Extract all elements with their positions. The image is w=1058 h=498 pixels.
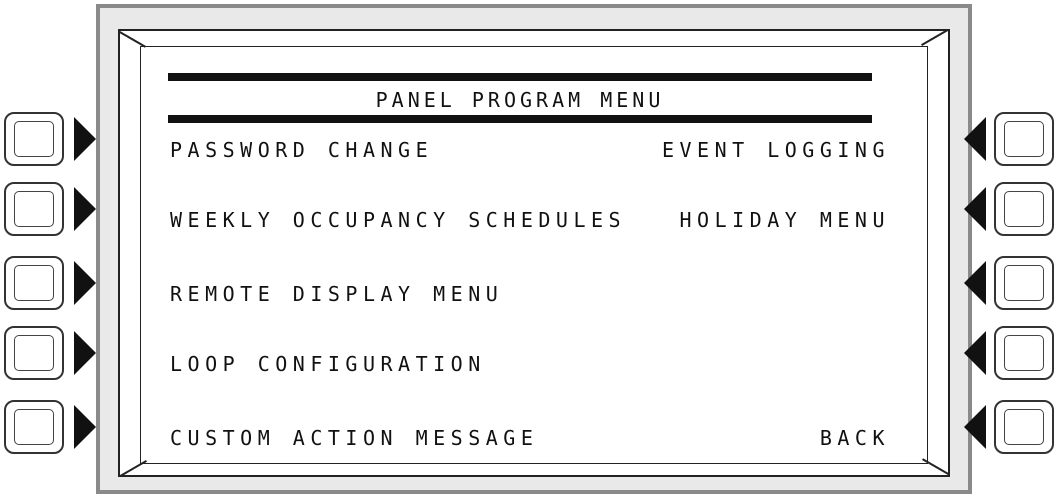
menu-item-event-logging[interactable]: EVENT LOGGING (662, 138, 890, 162)
right-soft-key-4[interactable] (994, 326, 1054, 380)
right-soft-key-2[interactable] (994, 182, 1054, 236)
arrow-left-icon (964, 261, 986, 305)
menu-item-password-change[interactable]: PASSWORD CHANGE (170, 138, 433, 162)
menu-title: PANEL PROGRAM MENU (375, 88, 665, 112)
menu-item-remote-display-menu[interactable]: REMOTE DISPLAY MENU (170, 282, 503, 306)
arrow-right-icon (74, 331, 96, 375)
arrow-right-icon (74, 187, 96, 231)
left-soft-key-5[interactable] (4, 400, 64, 454)
arrow-left-icon (964, 117, 986, 161)
title-bar-top (168, 73, 872, 81)
left-soft-key-1[interactable] (4, 112, 64, 166)
menu-item-back[interactable]: BACK (820, 426, 890, 450)
arrow-left-icon (964, 187, 986, 231)
arrow-left-icon (964, 331, 986, 375)
right-soft-key-5[interactable] (994, 400, 1054, 454)
right-soft-key-3[interactable] (994, 256, 1054, 310)
menu-item-holiday-menu[interactable]: HOLIDAY MENU (680, 208, 891, 232)
left-soft-key-2[interactable] (4, 182, 64, 236)
arrow-right-icon (74, 405, 96, 449)
arrow-left-icon (964, 405, 986, 449)
title-bar-bottom (168, 115, 872, 123)
menu-item-custom-action-message[interactable]: CUSTOM ACTION MESSAGE (170, 426, 538, 450)
right-soft-key-1[interactable] (994, 112, 1054, 166)
left-soft-key-3[interactable] (4, 256, 64, 310)
left-soft-key-4[interactable] (4, 326, 64, 380)
menu-item-loop-configuration[interactable]: LOOP CONFIGURATION (170, 352, 486, 376)
menu-item-weekly-occupancy-schedules[interactable]: WEEKLY OCCUPANCY SCHEDULES (170, 208, 626, 232)
arrow-right-icon (74, 261, 96, 305)
arrow-right-icon (74, 117, 96, 161)
